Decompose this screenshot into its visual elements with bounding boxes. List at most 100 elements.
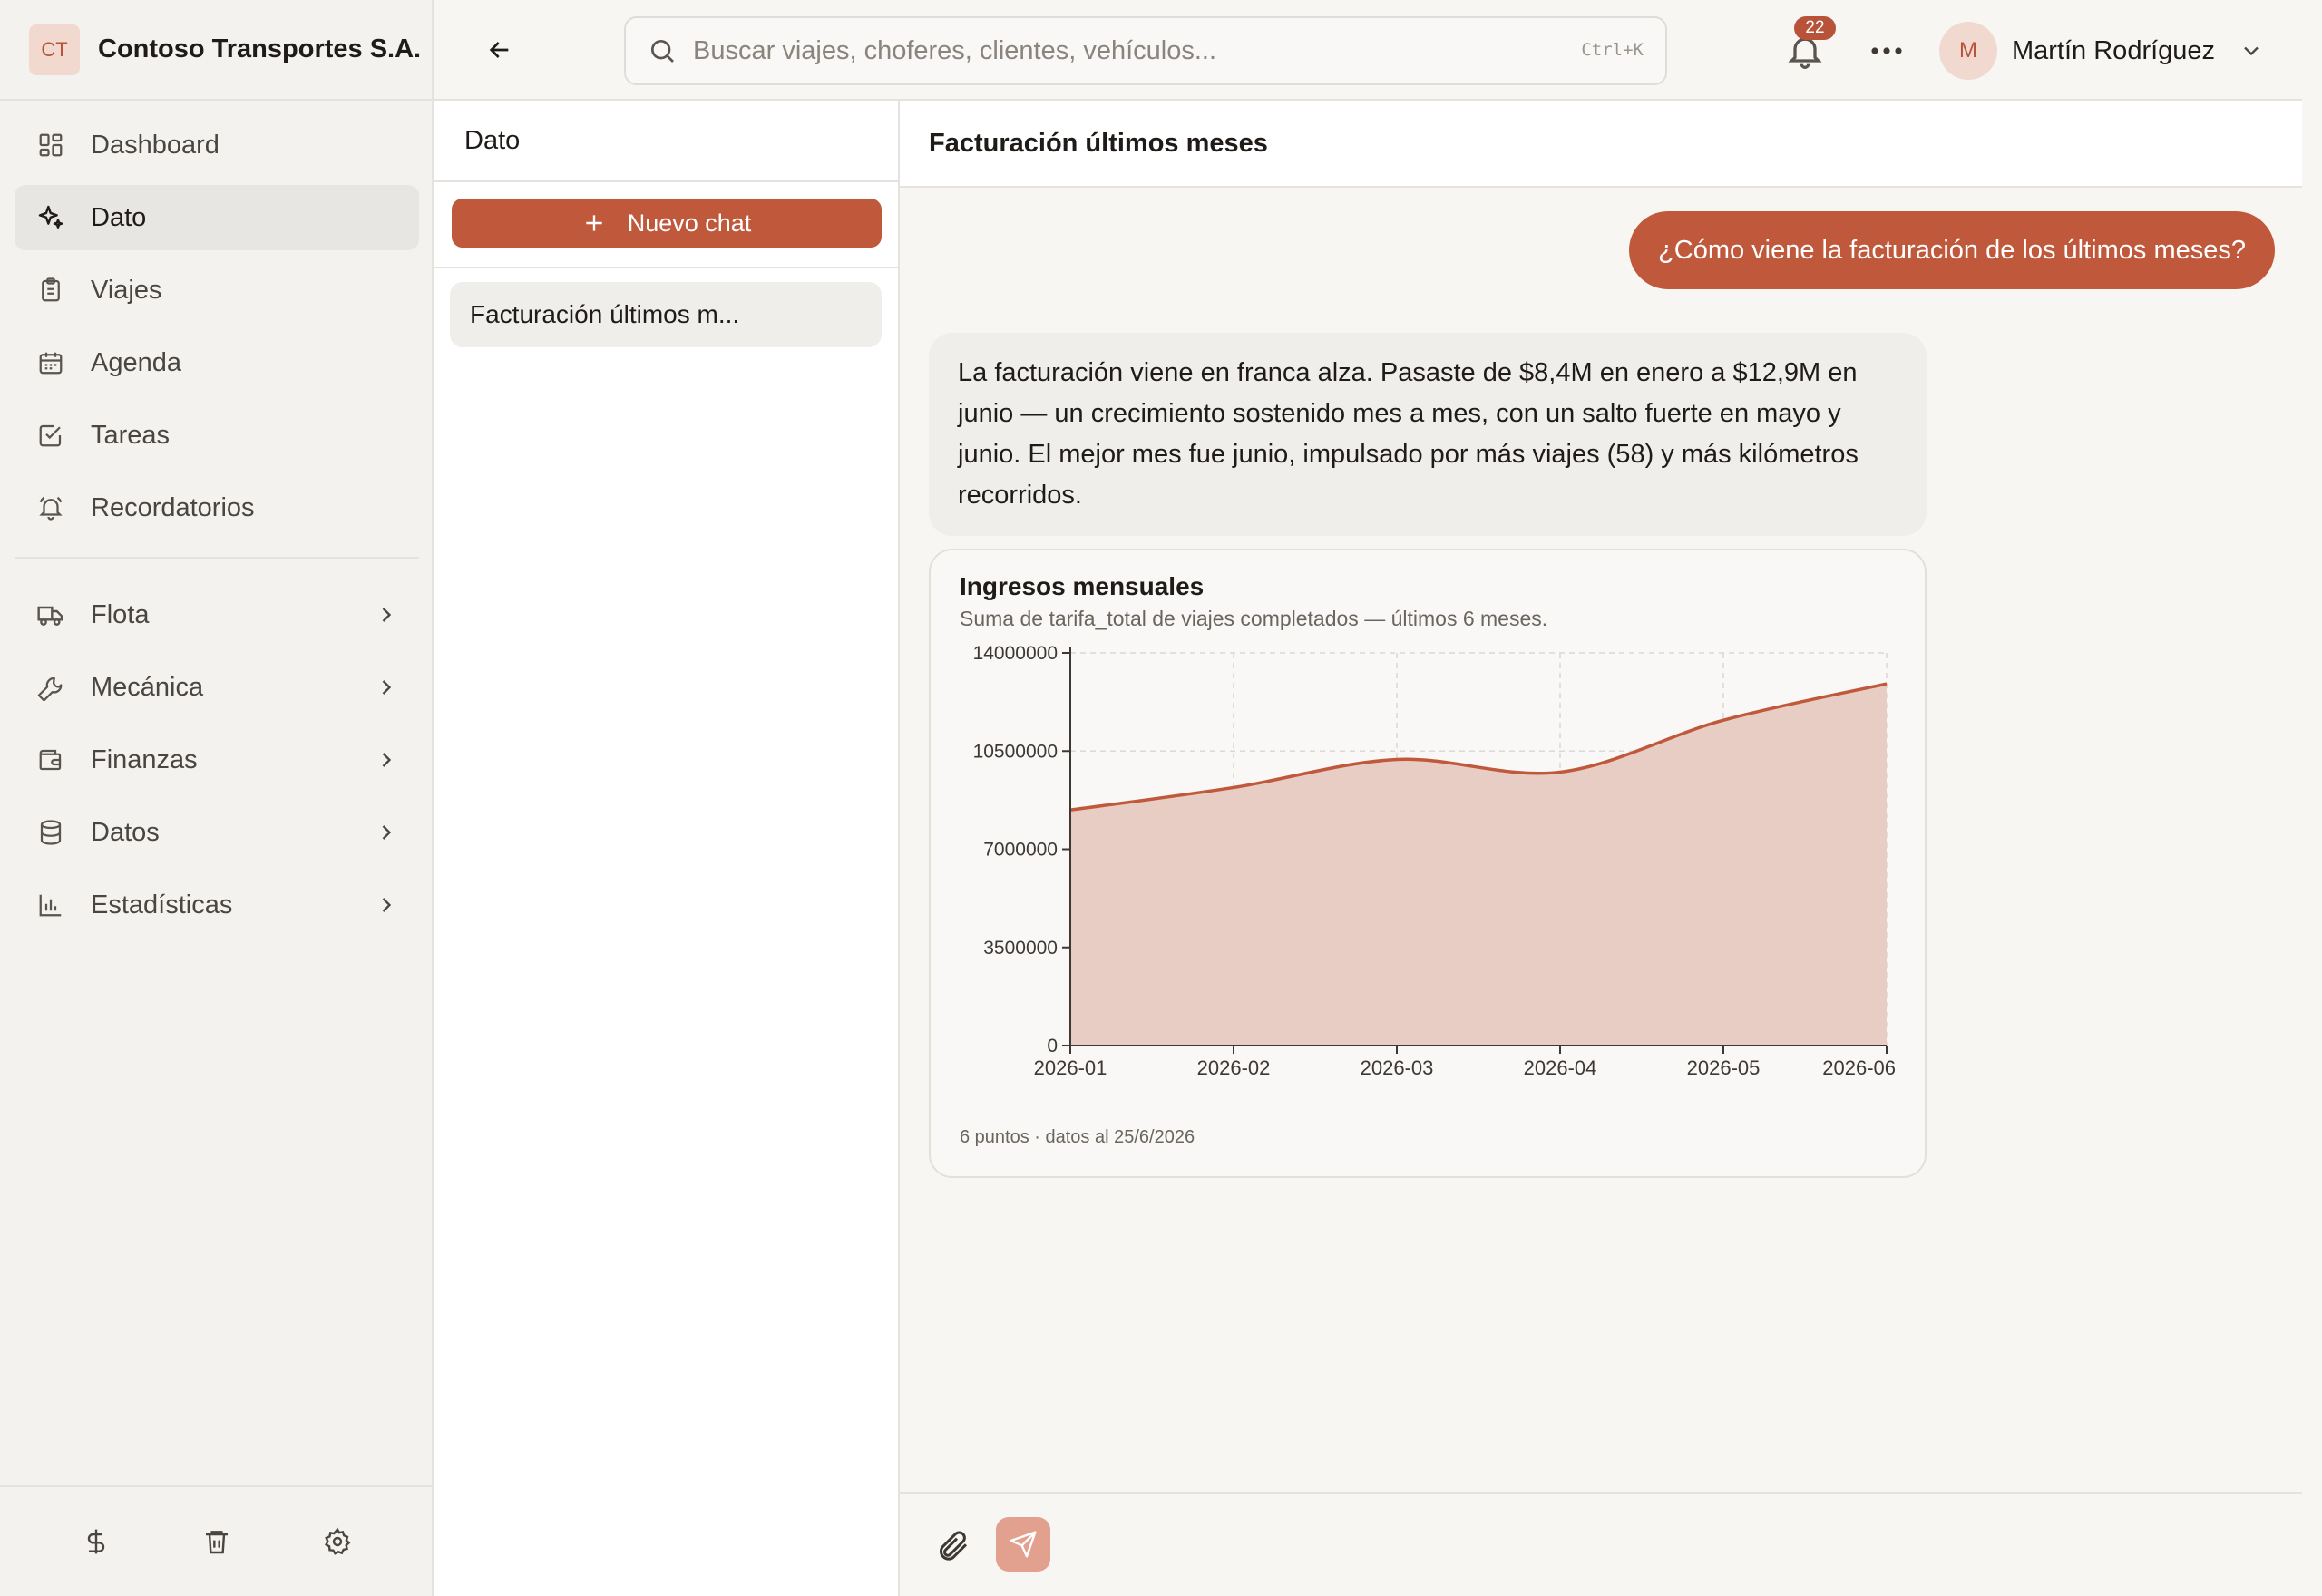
more-options-button[interactable] [1867, 33, 1907, 69]
sidebar-item-label: Datos [91, 817, 160, 847]
chart-card: Ingresos mensuales Suma de tarifa_total … [929, 549, 1927, 1178]
area-fill [1070, 684, 1887, 1046]
sidebar-item-label: Recordatorios [91, 492, 255, 522]
gear-icon [324, 1527, 351, 1555]
billing-button[interactable] [71, 1516, 122, 1567]
y-tick-label: 0 [1047, 1036, 1058, 1056]
chevron-right-icon [382, 898, 392, 912]
sidebar-item-dashboard[interactable]: Dashboard [15, 112, 419, 178]
chevron-right-icon [382, 753, 392, 767]
chevron-down-icon [2244, 46, 2259, 56]
sidebar-item-label: Dato [91, 202, 147, 232]
calendar-icon [36, 348, 65, 377]
sidebar-item-label: Tareas [91, 420, 171, 450]
y-tick-label: 14000000 [973, 643, 1058, 664]
chevron-right-icon [382, 825, 392, 840]
notifications-badge: 22 [1794, 16, 1836, 40]
sidebar-item-agenda[interactable]: Agenda [15, 330, 419, 395]
sidebar-nav: Dashboard Dato Viajes Agenda Tareas Reco… [15, 112, 419, 945]
sidebar-item-estadisticas[interactable]: Estadísticas [15, 872, 419, 938]
topbar: Ctrl+K 22 M Martín Rodríguez [434, 0, 2302, 101]
ellipsis-icon [1871, 47, 1902, 54]
brand-name: Contoso Transportes S.A. [98, 34, 422, 63]
search-shortcut: Ctrl+K [1581, 40, 1644, 60]
database-icon [36, 818, 65, 847]
x-tick-label: 2026-05 [1687, 1056, 1761, 1079]
chat-list-divider [434, 267, 898, 268]
new-chat-label: Nuevo chat [627, 209, 752, 237]
arrow-left-icon [489, 42, 509, 58]
chat-list-title: Dato [434, 101, 898, 182]
sidebar-item-dato[interactable]: Dato [15, 185, 419, 250]
sidebar-item-label: Mecánica [91, 672, 204, 702]
sidebar-item-label: Flota [91, 599, 150, 629]
sidebar-item-viajes[interactable]: Viajes [15, 258, 419, 323]
data-point-2026-05 [1721, 717, 1726, 723]
sidebar-item-finanzas[interactable]: Finanzas [15, 727, 419, 793]
paperclip-icon[interactable] [934, 1528, 971, 1564]
y-tick-label: 7000000 [983, 840, 1058, 861]
brand: CT Contoso Transportes S.A. [0, 0, 434, 101]
sidebar-item-flota[interactable]: Flota [15, 582, 419, 647]
bell-icon [36, 493, 65, 522]
new-chat-button[interactable]: Nuevo chat [452, 199, 882, 248]
sidebar-item-datos[interactable]: Datos [15, 800, 419, 865]
chevron-right-icon [382, 608, 392, 622]
y-tick-label: 10500000 [973, 741, 1058, 762]
dashboard-icon [36, 131, 65, 160]
sidebar-footer [0, 1485, 434, 1596]
user-name: Martín Rodríguez [2012, 35, 2216, 65]
sidebar-divider [15, 557, 419, 559]
dollar-icon [88, 1529, 105, 1554]
sidebar-item-mecanica[interactable]: Mecánica [15, 655, 419, 720]
avatar: M [1939, 22, 1997, 80]
data-point-2026-03 [1394, 757, 1400, 763]
truck-icon [36, 600, 65, 629]
sidebar-item-label: Agenda [91, 347, 181, 377]
search-bar[interactable]: Ctrl+K [624, 16, 1667, 85]
bar-chart-icon [36, 890, 65, 920]
back-button[interactable] [479, 29, 521, 71]
sidebar-item-label: Dashboard [91, 130, 220, 160]
data-point-2026-06 [1884, 681, 1889, 686]
x-tick-label: 2026-03 [1361, 1056, 1434, 1079]
x-tick-label: 2026-01 [1034, 1056, 1107, 1079]
sidebar-item-label: Finanzas [91, 744, 198, 774]
user-menu[interactable]: M Martín Rodríguez [1939, 20, 2264, 82]
wallet-icon [36, 745, 65, 774]
sparkle-icon [36, 203, 65, 232]
assistant-message: La facturación viene en franca alza. Pas… [929, 333, 1927, 536]
sidebar: CT Contoso Transportes S.A. Dashboard Da… [0, 0, 434, 1596]
trash-icon [205, 1531, 228, 1554]
chevron-right-icon [382, 680, 392, 695]
checkbox-icon [36, 421, 65, 450]
wrench-icon [36, 673, 65, 702]
plus-icon [586, 215, 602, 231]
conversation-panel: Facturación últimos meses ¿Cómo viene la… [900, 101, 2302, 1596]
send-icon [1010, 1531, 1037, 1558]
chat-list-panel: Dato Nuevo chat Facturación últimos m... [434, 101, 900, 1596]
search-icon [651, 40, 674, 63]
trash-button[interactable] [191, 1516, 242, 1567]
x-tick-label: 2026-06 [1822, 1056, 1896, 1079]
y-tick-label: 3500000 [983, 938, 1058, 959]
x-tick-label: 2026-04 [1524, 1056, 1597, 1079]
search-input[interactable] [693, 35, 1509, 66]
revenue-area-chart: 0 3500000 7000000 10500000 14000000 2026-01 20… [973, 643, 1896, 1079]
message-composer [900, 1492, 2302, 1596]
brand-logo: CT [29, 24, 80, 75]
chat-list-item[interactable]: Facturación últimos m... [450, 282, 882, 347]
sidebar-item-label: Estadísticas [91, 890, 233, 920]
chart-footer: 6 puntos · datos al 25/6/2026 [960, 1127, 1195, 1147]
data-point-2026-02 [1231, 784, 1236, 790]
data-point-2026-04 [1557, 769, 1563, 774]
x-tick-label: 2026-02 [1197, 1056, 1271, 1079]
conversation-title: Facturación últimos meses [900, 101, 2302, 188]
sidebar-item-recordatorios[interactable]: Recordatorios [15, 475, 419, 540]
user-message: ¿Cómo viene la facturación de los último… [1629, 211, 2275, 289]
sidebar-item-tareas[interactable]: Tareas [15, 403, 419, 468]
clipboard-icon [36, 276, 65, 305]
sidebar-item-label: Viajes [91, 275, 162, 305]
send-button[interactable] [996, 1517, 1050, 1572]
settings-button[interactable] [312, 1516, 363, 1567]
